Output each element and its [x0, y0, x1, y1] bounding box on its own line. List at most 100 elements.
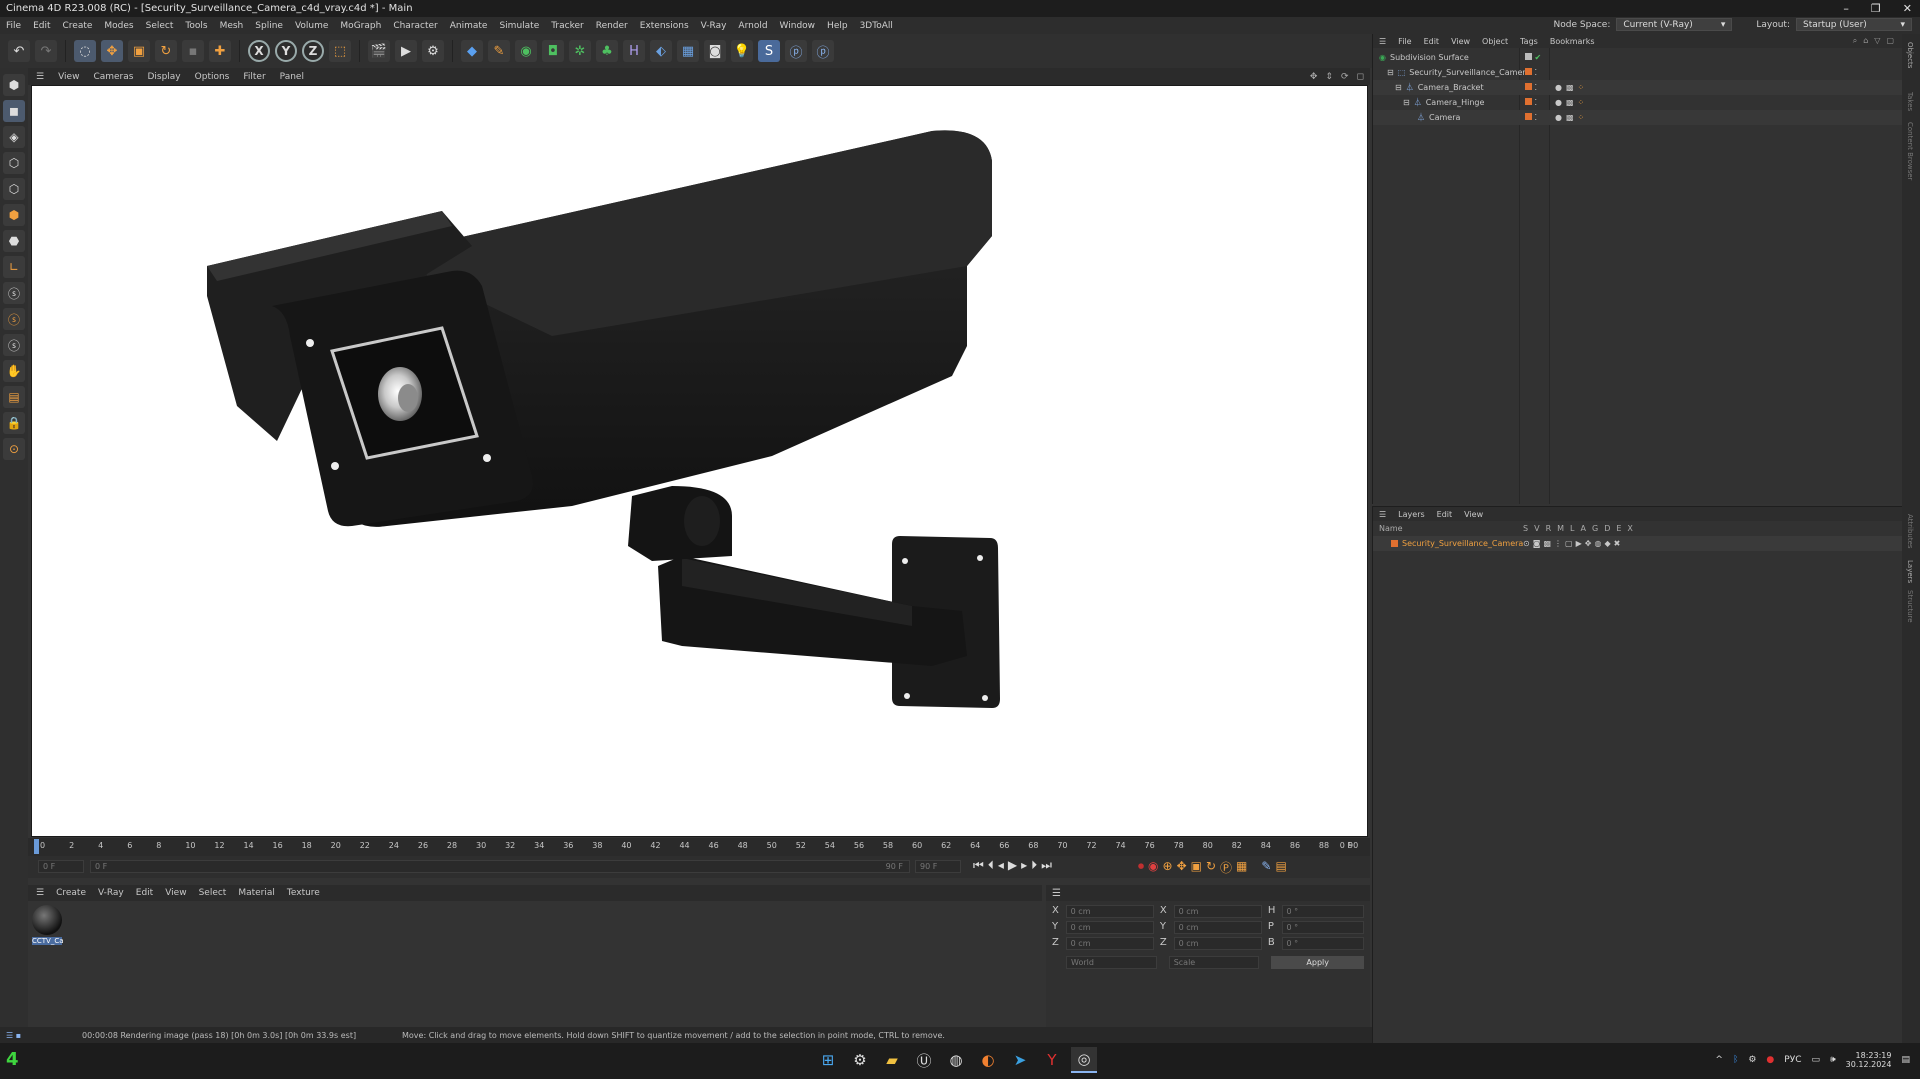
telegram-icon[interactable]: ➤ — [1007, 1047, 1033, 1073]
clock[interactable]: 18:23:19 30.12.2024 — [1846, 1051, 1892, 1069]
material-menu-create[interactable]: Create — [56, 888, 86, 898]
render-region-icon[interactable]: 🎬 — [368, 40, 390, 62]
render-view-icon[interactable]: ▶ — [395, 40, 417, 62]
menu-tools[interactable]: Tools — [185, 21, 207, 31]
deformer-icon[interactable]: ♣ — [596, 40, 618, 62]
snap-icon[interactable]: ⓢ — [3, 282, 25, 304]
xref-icon[interactable]: ✖ — [1614, 539, 1621, 548]
3d-viewport[interactable] — [31, 85, 1368, 837]
viewport-menu-cameras[interactable]: Cameras — [93, 72, 133, 82]
playhead[interactable] — [34, 839, 39, 854]
viewport-menu-display[interactable]: Display — [147, 72, 180, 82]
steam-tray-icon[interactable]: ⚙ — [1748, 1055, 1756, 1065]
menu-select[interactable]: Select — [146, 21, 174, 31]
python2-icon[interactable]: ⓟ — [812, 40, 834, 62]
workplane-icon[interactable]: ∟ — [3, 256, 25, 278]
menu-volume[interactable]: Volume — [295, 21, 328, 31]
layer-flags[interactable]: ⊙ ◙ ▩ ⋮ ▢ ▶ ✥ ◍ ◆ ✖ — [1523, 539, 1620, 548]
menu-extensions[interactable]: Extensions — [640, 21, 689, 31]
github-icon[interactable]: ◍ — [943, 1047, 969, 1073]
manager-icon[interactable]: ⋮ — [1554, 539, 1562, 548]
objects-menu-view[interactable]: View — [1451, 37, 1470, 46]
move-icon[interactable]: ✥ — [101, 40, 123, 62]
lock-icon[interactable]: ▢ — [1565, 539, 1573, 548]
key-position-icon[interactable]: ⊕ — [1163, 859, 1173, 876]
point-mode-icon[interactable]: ⬡ — [3, 152, 25, 174]
apply-button[interactable]: Apply — [1271, 956, 1364, 969]
viewport-menu-panel[interactable]: Panel — [280, 72, 304, 82]
layer-color-swatch[interactable] — [1391, 540, 1398, 547]
layers-menu-view[interactable]: View — [1464, 510, 1483, 519]
rotation-b-field[interactable]: 0 ° — [1281, 937, 1365, 950]
close-button[interactable]: ✕ — [1903, 2, 1912, 15]
rotation-p-field[interactable]: 0 ° — [1281, 921, 1365, 934]
new-window-icon[interactable]: ▢ — [1886, 36, 1894, 46]
node-space-select[interactable]: Current (V-Ray) ▾ — [1616, 18, 1733, 31]
light-icon[interactable]: 💡 — [731, 40, 753, 62]
menu-edit[interactable]: Edit — [33, 21, 50, 31]
material-menu-select[interactable]: Select — [199, 888, 227, 898]
layers-menu-layers[interactable]: Layers — [1398, 510, 1424, 519]
pen-icon[interactable]: ✎ — [488, 40, 510, 62]
texture-mode-icon[interactable]: ◈ — [3, 126, 25, 148]
layers-menu-edit[interactable]: Edit — [1437, 510, 1453, 519]
windows-start-icon[interactable]: ⊞ — [815, 1047, 841, 1073]
key-rotation-icon[interactable]: ↻ — [1206, 859, 1216, 876]
search-icon[interactable]: ⌕ — [1853, 36, 1857, 46]
key-move-icon[interactable]: ✥ — [1177, 859, 1187, 876]
step-forward-icon[interactable]: ⏵ — [1031, 858, 1037, 873]
x-axis-lock-button[interactable]: X — [248, 40, 270, 62]
objects-menu-file[interactable]: File — [1398, 37, 1411, 46]
size-y-field[interactable]: 0 cm — [1173, 921, 1262, 934]
menu-create[interactable]: Create — [63, 21, 93, 31]
scene-icon[interactable]: ⬖ — [650, 40, 672, 62]
unreal-icon[interactable]: Ⓤ — [911, 1047, 937, 1073]
zoom-icon[interactable]: ⇕ — [1325, 72, 1333, 82]
menu-animate[interactable]: Animate — [450, 21, 488, 31]
object-tags[interactable]: ● ▩ ⁘ — [1555, 83, 1584, 92]
position-y-field[interactable]: 0 cm — [1065, 921, 1154, 934]
snap-options-icon[interactable]: ⓢ — [3, 334, 25, 356]
model-mode-icon[interactable]: ◼ — [3, 100, 25, 122]
object-flags[interactable]: ✔ — [1525, 53, 1541, 62]
menu-arnold[interactable]: Arnold — [738, 21, 767, 31]
object-flags[interactable]: ⁚ — [1525, 113, 1537, 122]
record-icon[interactable]: ⏺ — [1138, 859, 1144, 876]
objects-menu-edit[interactable]: Edit — [1424, 37, 1440, 46]
redo-icon[interactable]: ↷ — [35, 40, 57, 62]
collapse-icon[interactable]: ⊟ — [1395, 83, 1402, 92]
go-to-end-icon[interactable]: ⏭ — [1041, 858, 1052, 873]
pan-icon[interactable]: ✥ — [1310, 72, 1318, 82]
size-z-field[interactable]: 0 cm — [1173, 937, 1262, 950]
hamburger-icon[interactable]: ☰ — [1052, 888, 1061, 899]
orbit-icon[interactable]: ⟳ — [1341, 72, 1349, 82]
y-axis-lock-button[interactable]: Y — [275, 40, 297, 62]
go-to-start-icon[interactable]: ⏮ — [973, 858, 984, 873]
size-x-field[interactable]: 0 cm — [1173, 905, 1262, 918]
frame-range-slider[interactable]: 0 F 90 F — [90, 860, 910, 873]
antivirus-icon[interactable]: ● — [1766, 1055, 1774, 1065]
end-frame-field[interactable]: 90 F — [915, 860, 961, 873]
tab-takes[interactable]: Takes — [1906, 92, 1914, 111]
steam-icon[interactable]: ⚙ — [847, 1047, 873, 1073]
grid-icon[interactable]: ▤ — [3, 386, 25, 408]
misc-icon[interactable]: ⊙ — [3, 438, 25, 460]
z-axis-lock-button[interactable]: Z — [302, 40, 324, 62]
position-x-field[interactable]: 0 cm — [1065, 905, 1154, 918]
objects-menu-tags[interactable]: Tags — [1520, 37, 1538, 46]
next-frame-icon[interactable]: ▸ — [1021, 858, 1027, 873]
render-settings-icon[interactable]: ⚙ — [422, 40, 444, 62]
material-menu-material[interactable]: Material — [238, 888, 275, 898]
tab-attributes[interactable]: Attributes — [1906, 514, 1914, 549]
notifications-icon[interactable]: ▤ — [1901, 1055, 1910, 1065]
eye-icon[interactable]: ◙ — [1533, 539, 1541, 548]
objects-menu-object[interactable]: Object — [1482, 37, 1508, 46]
object-row[interactable]: ⏃ Camera ⁚ ● ▩ ⁘ — [1373, 110, 1902, 125]
step-back-icon[interactable]: ⏴ — [988, 858, 994, 873]
menu-render[interactable]: Render — [596, 21, 628, 31]
python-icon[interactable]: ⓟ — [785, 40, 807, 62]
cube-icon[interactable]: ◆ — [461, 40, 483, 62]
snap-settings-icon[interactable]: ⓢ — [3, 308, 25, 330]
key-param-icon[interactable]: Ⓟ — [1220, 859, 1232, 876]
extrude-icon[interactable]: ◘ — [542, 40, 564, 62]
